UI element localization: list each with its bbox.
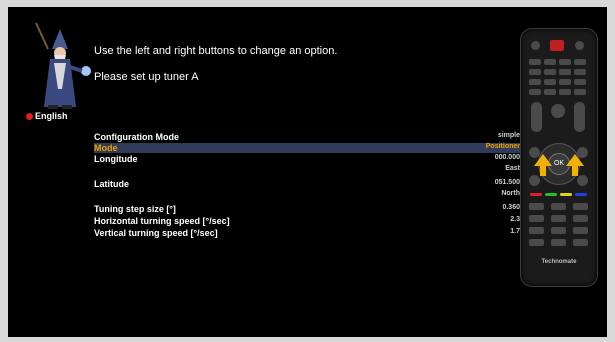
remote-button: [544, 59, 556, 65]
config-row-label: Longitude: [94, 154, 138, 164]
remote-button: [544, 79, 556, 85]
remote-button: [531, 41, 540, 50]
config-row-subvalue: North: [501, 190, 520, 197]
config-row-value: 0.360: [502, 204, 520, 211]
remote-button: [529, 175, 540, 186]
tv-screen: English Use the left and right buttons t…: [8, 7, 607, 337]
instruction-line-2: Please set up tuner A: [94, 71, 199, 83]
config-row-value: 1.7: [510, 228, 520, 235]
config-row-mode[interactable]: Mode Positioner: [94, 143, 522, 153]
remote-button: [573, 215, 588, 222]
left-arrow-indicator-icon: [534, 154, 552, 166]
remote-button: [577, 175, 588, 186]
remote-button: [529, 59, 541, 65]
remote-button: [574, 59, 586, 65]
config-row-label: Configuration Mode: [94, 132, 179, 142]
config-row-subvalue: East: [505, 165, 520, 172]
remote-brand-logo: Technomate: [541, 259, 577, 265]
remote-button: [529, 79, 541, 85]
config-row-label: Vertical turning speed [°/sec]: [94, 228, 218, 238]
config-row-label: Mode: [94, 143, 118, 153]
remote-button: [551, 239, 566, 246]
config-row-longitude[interactable]: Longitude 000.000 East: [94, 154, 522, 172]
config-row-latitude[interactable]: Latitude 051.500 North: [94, 179, 522, 197]
config-row-configuration-mode[interactable]: Configuration Mode simple: [94, 132, 522, 142]
remote-button: [544, 69, 556, 75]
volume-rocker-icon: [531, 102, 542, 132]
config-row-horizontal-speed[interactable]: Horizontal turning speed [°/sec] 2.3: [94, 216, 522, 226]
remote-button: [559, 79, 571, 85]
remote-control-image: OK Technomate: [520, 28, 598, 287]
yellow-key-icon: [560, 193, 572, 196]
wizard-mascot-icon: [35, 22, 91, 109]
remote-button: [551, 227, 566, 234]
remote-button: [551, 104, 565, 118]
config-row-value: 000.000: [494, 154, 520, 161]
green-key-icon: [545, 193, 557, 196]
config-row-value: Positioner: [485, 143, 520, 150]
remote-button: [573, 227, 588, 234]
config-row-label: Latitude: [94, 179, 129, 189]
right-arrow-stem: [572, 166, 578, 176]
config-row-value: 2.3: [510, 216, 520, 223]
power-button-icon: [550, 40, 564, 51]
remote-button: [529, 69, 541, 75]
channel-rocker-icon: [574, 102, 585, 132]
remote-button: [574, 69, 586, 75]
remote-button: [575, 41, 584, 50]
red-key-icon: [530, 193, 542, 196]
remote-button: [529, 89, 541, 95]
remote-button: [574, 79, 586, 85]
remote-button: [529, 227, 544, 234]
remote-button: [529, 239, 544, 246]
remote-button: [559, 69, 571, 75]
remote-button: [559, 59, 571, 65]
config-row-label: Horizontal turning speed [°/sec]: [94, 216, 230, 226]
config-row-label: Tuning step size [°]: [94, 204, 176, 214]
remote-button: [544, 89, 556, 95]
config-row-vertical-speed[interactable]: Vertical turning speed [°/sec] 1.7: [94, 228, 522, 238]
config-row-tuning-step[interactable]: Tuning step size [°] 0.360: [94, 204, 522, 214]
remote-button: [559, 89, 571, 95]
right-arrow-indicator-icon: [566, 154, 584, 166]
remote-button: [573, 239, 588, 246]
remote-button: [529, 215, 544, 222]
remote-button: [551, 215, 566, 222]
config-row-value: simple: [497, 132, 520, 139]
remote-button: [551, 203, 566, 210]
remote-button: [574, 89, 586, 95]
red-button-icon: [26, 112, 33, 120]
language-label: English: [35, 111, 68, 121]
remote-button: [529, 203, 544, 210]
left-arrow-stem: [540, 166, 546, 176]
remote-button: [573, 203, 588, 210]
language-indicator[interactable]: English: [26, 111, 68, 121]
config-row-value: 051.500: [494, 179, 520, 186]
instruction-line-1: Use the left and right buttons to change…: [94, 45, 338, 57]
blue-key-icon: [575, 193, 587, 196]
